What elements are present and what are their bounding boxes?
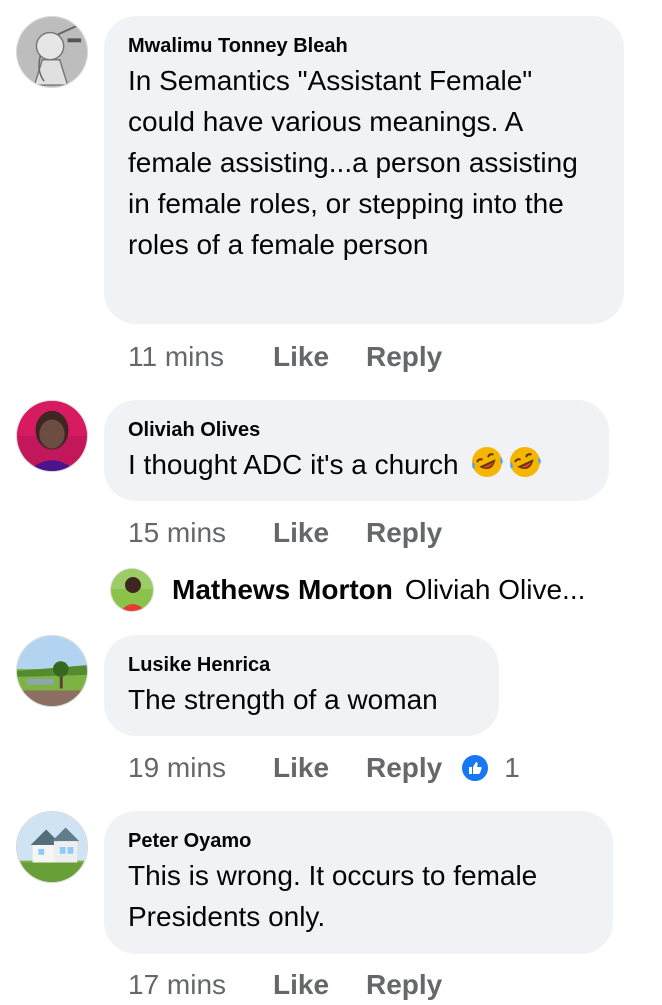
comment-actions: 11 mins Like Reply [128, 337, 442, 377]
reply-button[interactable]: Reply [366, 752, 442, 784]
comment-timestamp[interactable]: 15 mins [128, 517, 273, 549]
comment-author[interactable]: Oliviah Olives [128, 416, 585, 444]
avatar-photo-image [111, 569, 153, 611]
like-button[interactable]: Like [273, 517, 366, 549]
comment-timestamp[interactable]: 17 mins [128, 969, 273, 1001]
reaction-count: 1 [504, 752, 520, 783]
reply-button[interactable]: Reply [366, 517, 442, 549]
reply-preview[interactable]: Mathews Morton Oliviah Olive... [110, 567, 585, 613]
avatar-house-image [17, 812, 87, 882]
comment-author[interactable]: Lusike Henrica [128, 651, 475, 679]
comment-actions: 15 mins Like Reply [128, 513, 442, 553]
comment-bubble: Lusike Henrica The strength of a woman [104, 635, 499, 736]
like-thumb-icon [460, 753, 491, 783]
comment-bubble: Mwalimu Tonney Bleah In Semantics "Assis… [104, 16, 624, 324]
comment-text: The strength of a woman [128, 684, 438, 715]
avatar-mathews-morton[interactable] [110, 568, 154, 612]
avatar-oliviah-olives[interactable] [16, 400, 88, 472]
like-button[interactable]: Like [273, 341, 366, 373]
rolling-on-floor-laughing-emoji-icon [510, 447, 542, 477]
reply-button[interactable]: Reply [366, 341, 442, 373]
comment-text: I thought ADC it's a church [128, 444, 585, 485]
comment-author[interactable]: Peter Oyamo [128, 827, 589, 855]
comment-text: In Semantics "Assistant Female" could ha… [128, 65, 578, 260]
reply-button[interactable]: Reply [366, 969, 442, 1001]
rolling-on-floor-laughing-emoji-icon [472, 447, 504, 477]
comment-actions: 17 mins Like Reply [128, 965, 442, 1005]
avatar-landscape-image [17, 636, 87, 706]
comment-timestamp[interactable]: 11 mins [128, 341, 273, 373]
comment-text-content: I thought ADC it's a church [128, 449, 459, 480]
comment-bubble: Peter Oyamo This is wrong. It occurs to … [104, 811, 613, 954]
avatar-sketch-image [17, 17, 87, 87]
like-button[interactable]: Like [273, 752, 366, 784]
comment-text: This is wrong. It occurs to female Presi… [128, 860, 538, 932]
avatar-photo-image [17, 401, 87, 471]
avatar-peter-oyamo[interactable] [16, 811, 88, 883]
comment-actions: 19 mins Like Reply 1 [128, 748, 520, 788]
comment-author[interactable]: Mwalimu Tonney Bleah [128, 32, 600, 60]
comment-bubble: Oliviah Olives I thought ADC it's a chur… [104, 400, 609, 501]
reaction-summary[interactable]: 1 [460, 752, 520, 784]
reply-author[interactable]: Mathews Morton [172, 574, 393, 606]
comment-timestamp[interactable]: 19 mins [128, 752, 273, 784]
avatar-mwalimu-tonney-bleah[interactable] [16, 16, 88, 88]
avatar-lusike-henrica[interactable] [16, 635, 88, 707]
reply-snippet: Oliviah Olive... [404, 574, 586, 605]
like-button[interactable]: Like [273, 969, 366, 1001]
